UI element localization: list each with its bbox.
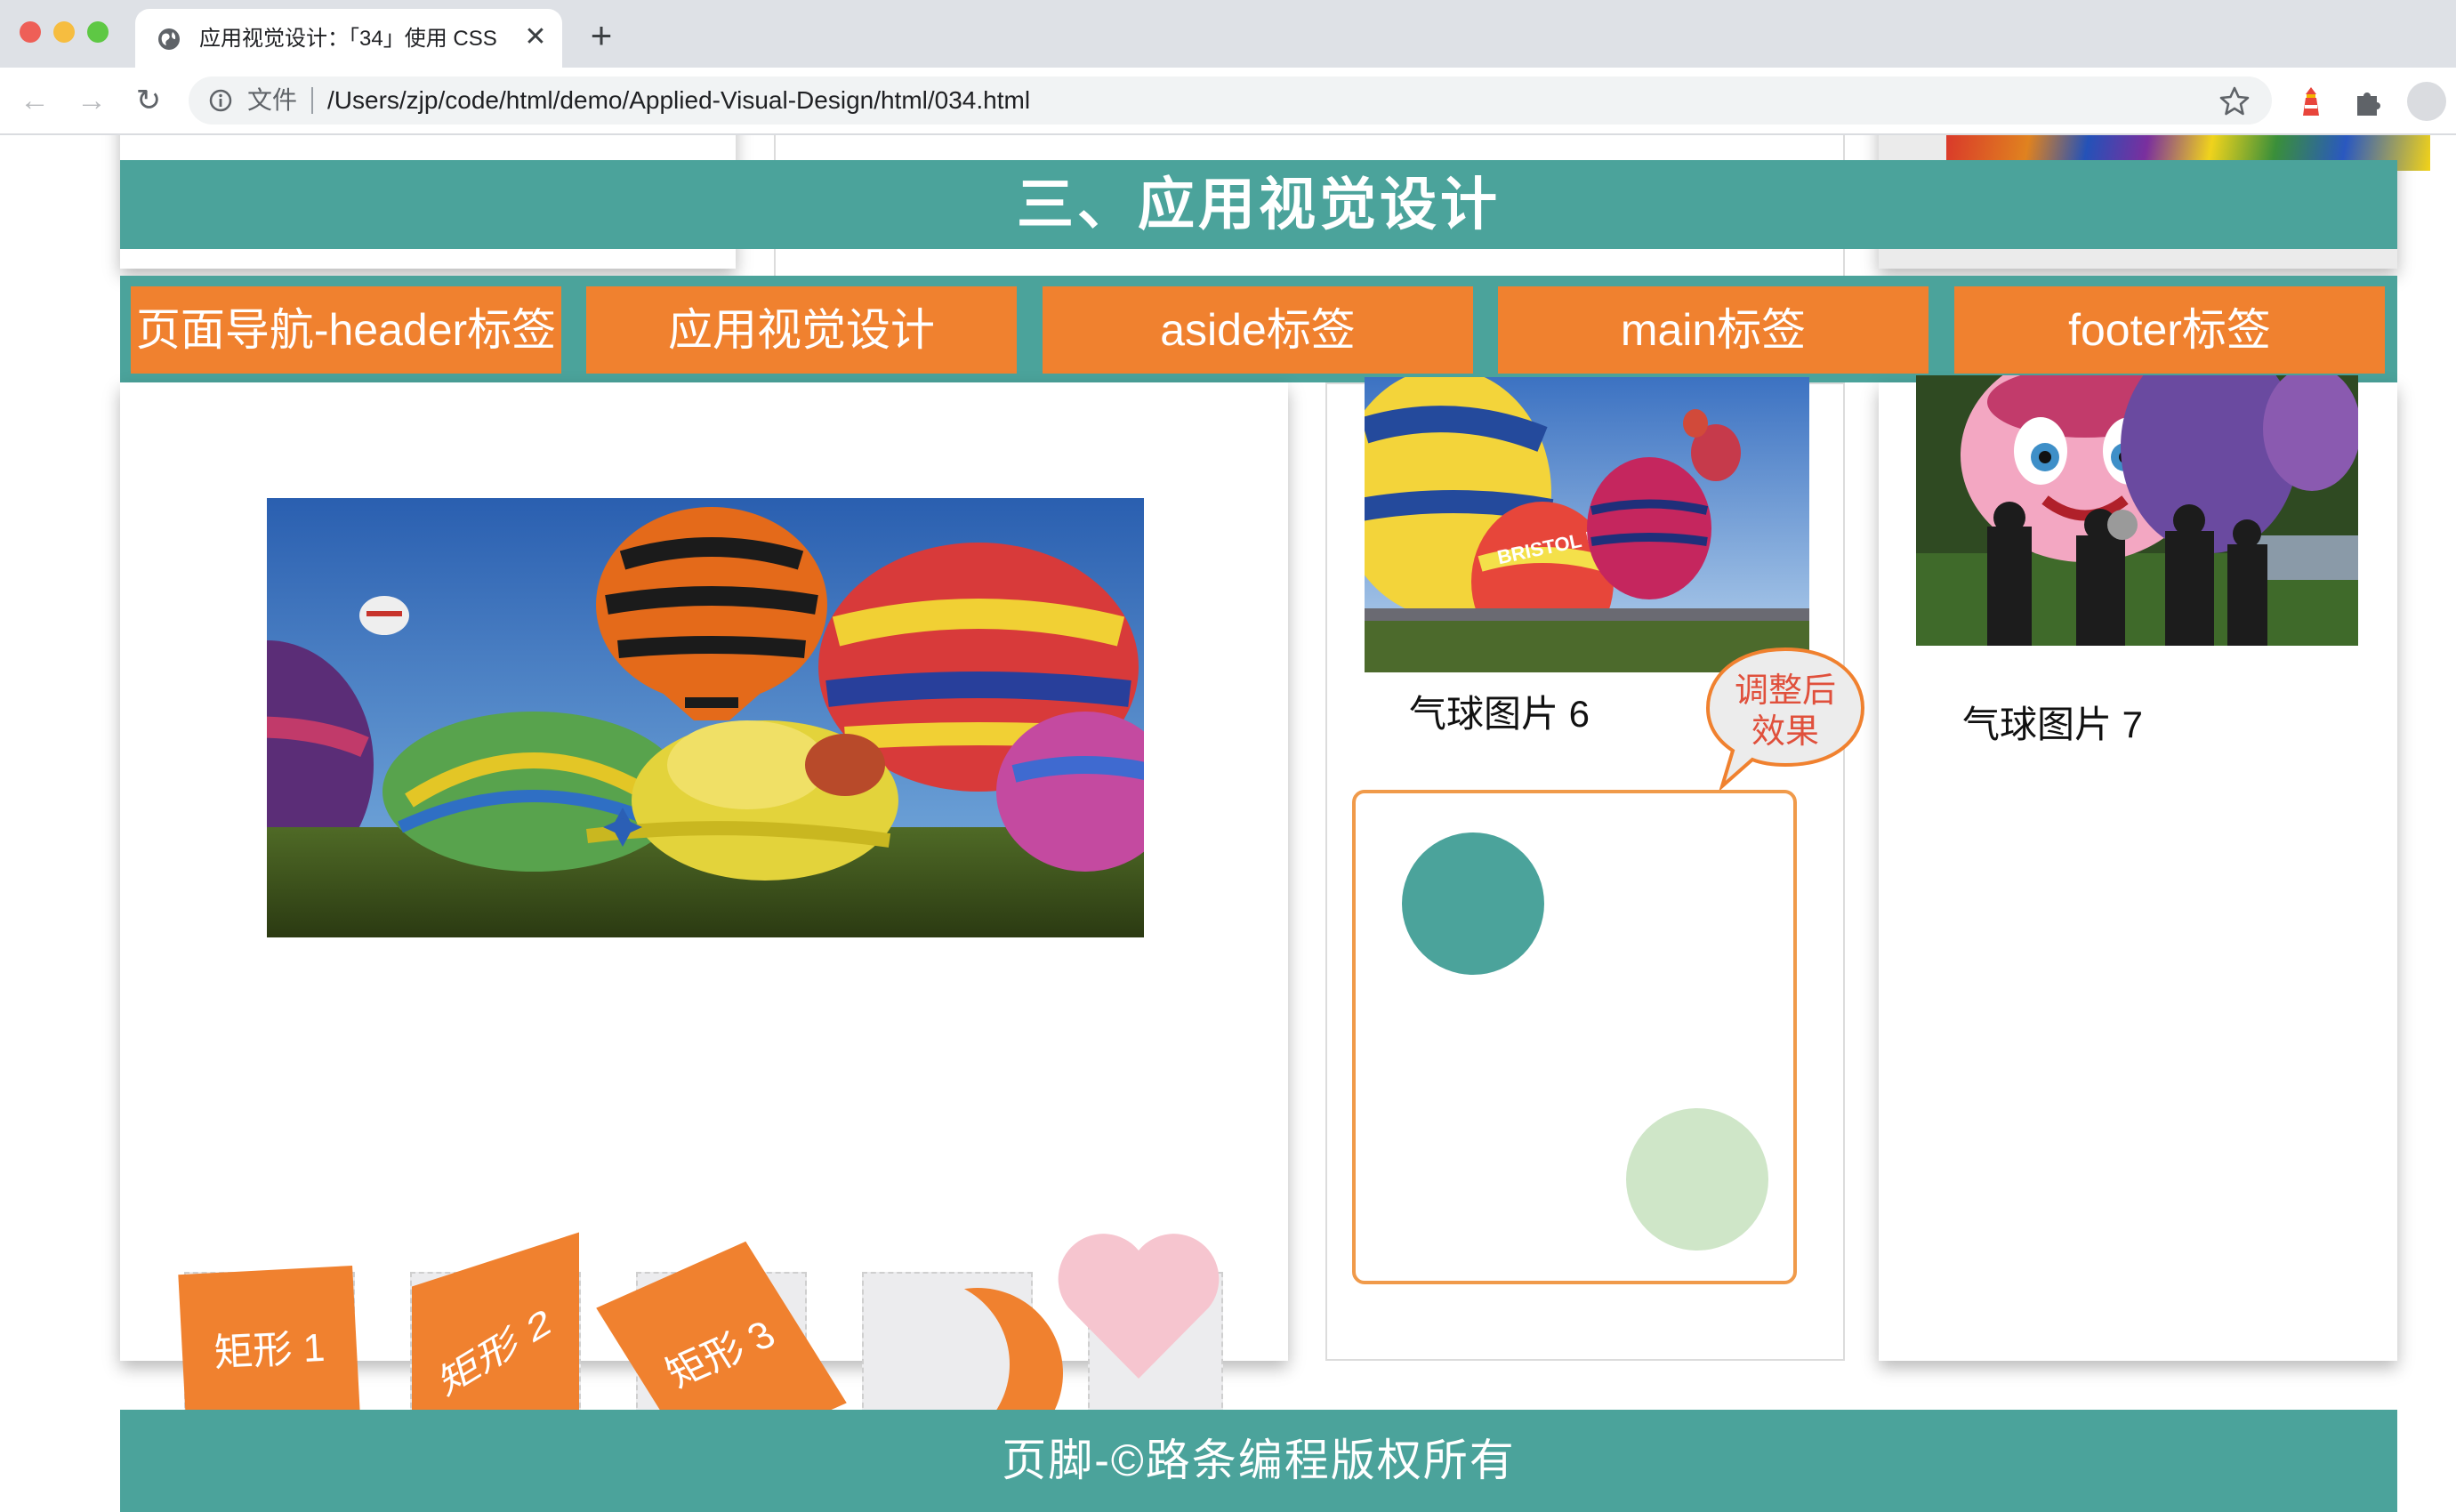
tab-close-icon[interactable]: ✕ (519, 21, 552, 53)
balloon-photo-7 (1916, 375, 2358, 646)
nav-item-main[interactable]: main标签 (1498, 286, 1929, 374)
footer-copyright: 页脚-©路条编程版权所有 (1002, 1436, 1516, 1485)
address-bar[interactable]: 文件 /Users/zjp/code/html/demo/Applied-Vis… (189, 76, 2272, 125)
balloon-caption-7: 气球图片 7 (1962, 704, 2144, 745)
globe-icon (158, 28, 180, 50)
light-green-circle (1626, 1108, 1768, 1251)
profile-avatar[interactable] (2407, 82, 2446, 121)
rect2-label: 矩形 2 (436, 1300, 555, 1405)
rect3-label: 矩形 3 (658, 1313, 784, 1396)
info-icon[interactable] (208, 88, 233, 113)
page-title: 三、应用视觉设计 (1017, 173, 1501, 237)
new-tab-button[interactable]: + (582, 16, 621, 55)
forward-arrow-icon[interactable]: → (71, 80, 112, 121)
puzzle-extension-icon[interactable] (2350, 84, 2386, 119)
speech-bubble-line2: 效果 (1751, 713, 1819, 751)
back-arrow-icon[interactable]: ← (14, 80, 55, 121)
page-footer: 页脚-©路条编程版权所有 (120, 1410, 2397, 1512)
balloon-caption-6: 气球图片 6 (1409, 693, 1590, 735)
web-page: 三、应用视觉设计 页面导航-header标签 应用视觉设计 aside标签 ma… (0, 135, 2456, 1512)
lighthouse-extension-icon[interactable] (2293, 84, 2329, 119)
heart-shape (1058, 1234, 1220, 1379)
browser-tab-active[interactable]: 应用视觉设计：「34」使用 CSS ✕ (135, 9, 562, 68)
window-minimize-button[interactable] (53, 21, 75, 43)
page-nav: 页面导航-header标签 应用视觉设计 aside标签 main标签 foot… (120, 276, 2397, 382)
main-card-middle: BRISTOL BALLOON 气球图片 6 调整后 效果 (1325, 377, 1865, 1361)
bookmark-star-icon[interactable] (2218, 85, 2251, 117)
nav-item-visual-design[interactable]: 应用视觉设计 (586, 286, 1017, 374)
page-header: 三、应用视觉设计 (120, 160, 2397, 249)
nav-item-aside[interactable]: aside标签 (1043, 286, 1473, 374)
main-card-right: 气球图片 7 (1879, 375, 2397, 1361)
tab-title: 应用视觉设计：「34」使用 CSS (199, 27, 497, 51)
browser-toolbar: ← → ↻ 文件 /Users/zjp/code/html/demo/Appli… (0, 68, 2456, 135)
teal-circle (1402, 832, 1544, 975)
balloon-photo-large-graphic (267, 498, 1144, 937)
balloon-photo-6: BRISTOL BALLOON (1365, 377, 1809, 672)
reload-icon[interactable]: ↻ (128, 80, 169, 121)
omnibox-separator (311, 87, 313, 114)
url-text[interactable]: /Users/zjp/code/html/demo/Applied-Visual… (327, 85, 1030, 116)
balloon-photo-large (267, 498, 1144, 937)
window-close-button[interactable] (20, 21, 41, 43)
balloon-photo-6-graphic: BRISTOL BALLOON (1365, 377, 1809, 672)
speech-bubble-line1: 调整后 (1734, 672, 1836, 710)
main-card-left: 矩形 1 矩形 2 矩形 3 (120, 382, 1288, 1474)
circles-demo-box (1352, 790, 1797, 1284)
nav-item-footer[interactable]: footer标签 (1954, 286, 2385, 374)
rect1-label: 矩形 1 (213, 1325, 326, 1376)
file-scheme-label: 文件 (247, 86, 298, 114)
browser-tab-strip: 应用视觉设计：「34」使用 CSS ✕ + (0, 0, 2456, 68)
nav-item-header[interactable]: 页面导航-header标签 (131, 286, 561, 374)
window-maximize-button[interactable] (87, 21, 109, 43)
balloon-photo-7-graphic (1916, 375, 2358, 646)
